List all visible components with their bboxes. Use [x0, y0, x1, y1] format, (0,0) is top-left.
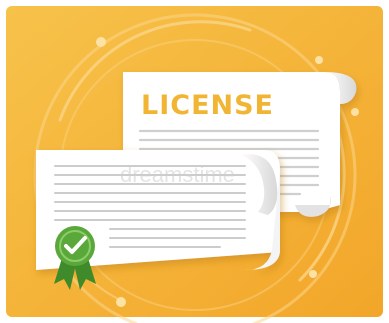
illustration-art: LICENSE dreamstime — [6, 6, 383, 323]
watermark-text: dreamstime — [120, 162, 235, 187]
license-illustration: LICENSE dreamstime — [0, 0, 389, 323]
license-title: LICENSE — [141, 90, 274, 121]
